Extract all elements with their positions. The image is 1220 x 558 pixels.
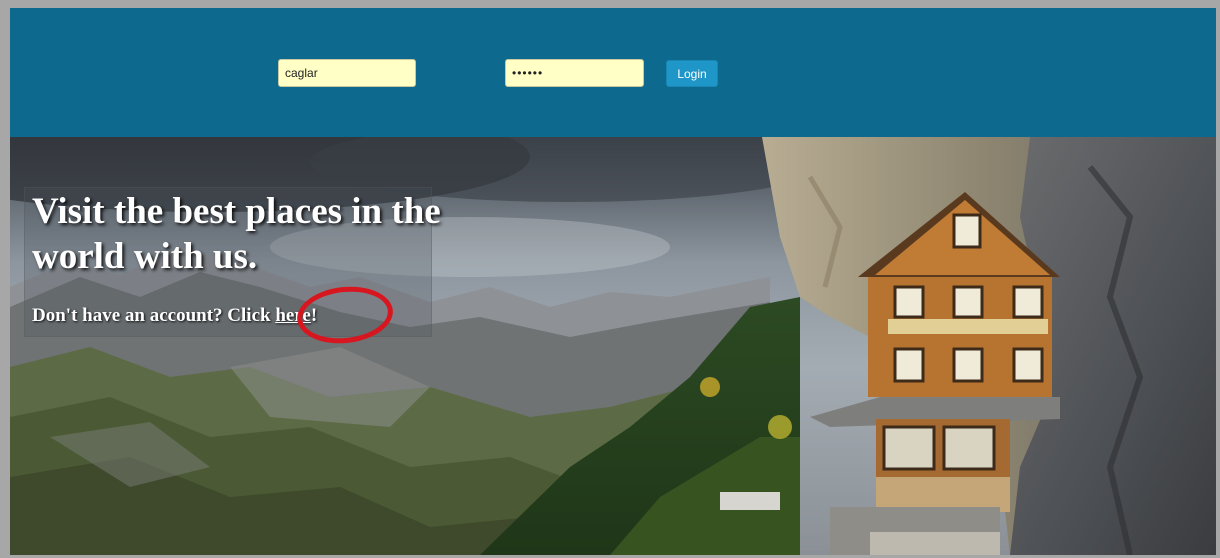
signup-prompt: Don't have an account? Click here! (32, 305, 317, 327)
password-input[interactable] (505, 59, 644, 87)
signup-prompt-text: Don't have an account? Click (32, 305, 276, 326)
page: Login (10, 8, 1216, 555)
username-input[interactable] (278, 59, 416, 87)
hero-headline: Visit the best places in the world with … (32, 191, 441, 277)
hero-banner: Visit the best places in the world with … (10, 137, 1216, 555)
login-button[interactable]: Login (666, 60, 718, 87)
login-header: Login (10, 8, 1216, 137)
browser-frame: Login (0, 0, 1220, 558)
